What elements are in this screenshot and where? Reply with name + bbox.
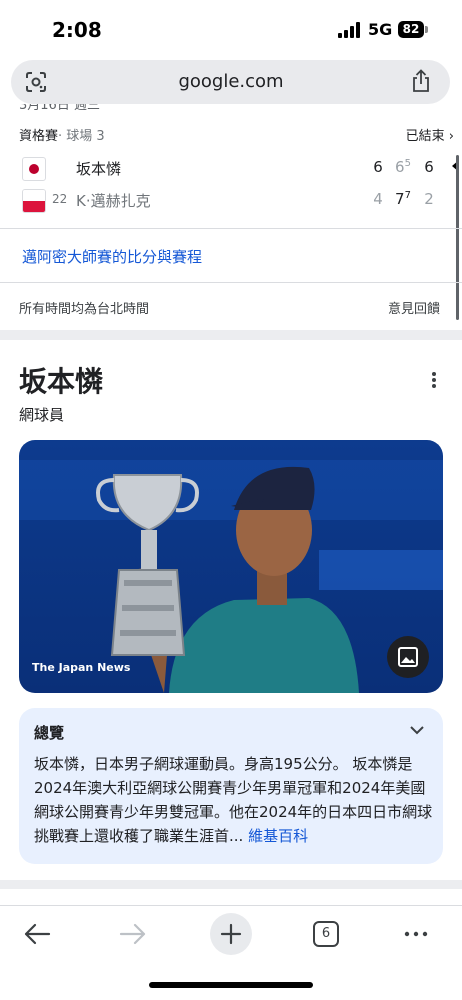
scrollbar[interactable] [456, 155, 459, 320]
player-name-2: K·邁赫扎克 [76, 192, 151, 210]
share-icon[interactable] [410, 69, 432, 93]
more-menu-icon[interactable] [396, 914, 436, 954]
photo-illustration [19, 440, 443, 693]
set-score-2-3: 2 [424, 190, 434, 208]
tab-switcher-button[interactable]: 6 [313, 921, 339, 947]
section-separator [0, 880, 462, 889]
stage-label: 資格賽 [19, 129, 59, 144]
more-options-icon[interactable] [428, 370, 440, 390]
battery-tip [425, 26, 428, 33]
match-stage: 資格賽· 球場 3 [19, 125, 105, 144]
japan-flag-icon [22, 157, 46, 181]
entity-subtitle: 網球員 [19, 406, 65, 424]
tiebreak-score: 5 [404, 158, 411, 169]
back-arrow-icon[interactable] [17, 914, 57, 954]
section-separator [0, 330, 462, 340]
signal-icon [338, 22, 360, 38]
set-score: 6 [395, 158, 405, 176]
set-score-1-3: 6 [424, 158, 434, 176]
new-tab-button[interactable] [209, 912, 253, 956]
player-name-1: 坂本憐 [76, 160, 122, 178]
lens-icon[interactable] [25, 72, 47, 92]
image-gallery-button[interactable] [387, 636, 429, 678]
set-score-1-1: 6 [373, 158, 383, 176]
feedback-link[interactable]: 意見回饋 [388, 298, 440, 317]
overview-ellipsis: ... [229, 827, 244, 845]
match-date: 3月16日 週三 [19, 104, 100, 113]
entity-title: 坂本憐 [19, 365, 104, 398]
set-score: 7 [395, 190, 405, 208]
match-status-link[interactable]: 已結束 › [406, 125, 454, 144]
battery-icon: 82 [398, 21, 424, 38]
divider [0, 282, 462, 283]
timezone-note: 所有時間均為台北時間 [19, 302, 150, 317]
toolbar-divider [0, 905, 462, 906]
wikipedia-link[interactable]: 維基百科 [248, 827, 308, 845]
tiebreak-score: 7 [404, 190, 411, 201]
player-photo[interactable] [19, 440, 443, 693]
player-seed-2: 22 [52, 192, 68, 206]
url-text[interactable]: google.com [0, 60, 462, 104]
forward-arrow-icon[interactable] [113, 914, 153, 954]
home-indicator[interactable] [149, 982, 313, 988]
overview-title: 總覽 [34, 724, 65, 742]
image-icon [398, 647, 418, 667]
set-score-2-1: 4 [373, 190, 383, 208]
chevron-down-icon[interactable] [408, 722, 426, 738]
overview-text: 坂本憐，日本男子網球運動員。身高195公分。 坂本憐是2024年澳大利亞網球公開… [34, 752, 434, 848]
photo-credit: The Japan News [32, 661, 131, 674]
network-type: 5G [368, 20, 393, 39]
divider [0, 228, 462, 229]
set-score-1-2: 65 [393, 158, 413, 176]
poland-flag-icon [22, 189, 46, 213]
set-score-2-2: 77 [393, 190, 413, 208]
status-time: 2:08 [52, 18, 102, 42]
tournament-link[interactable]: 邁阿密大師賽的比分與賽程 [22, 246, 202, 267]
court-label: · 球場 3 [58, 129, 105, 144]
